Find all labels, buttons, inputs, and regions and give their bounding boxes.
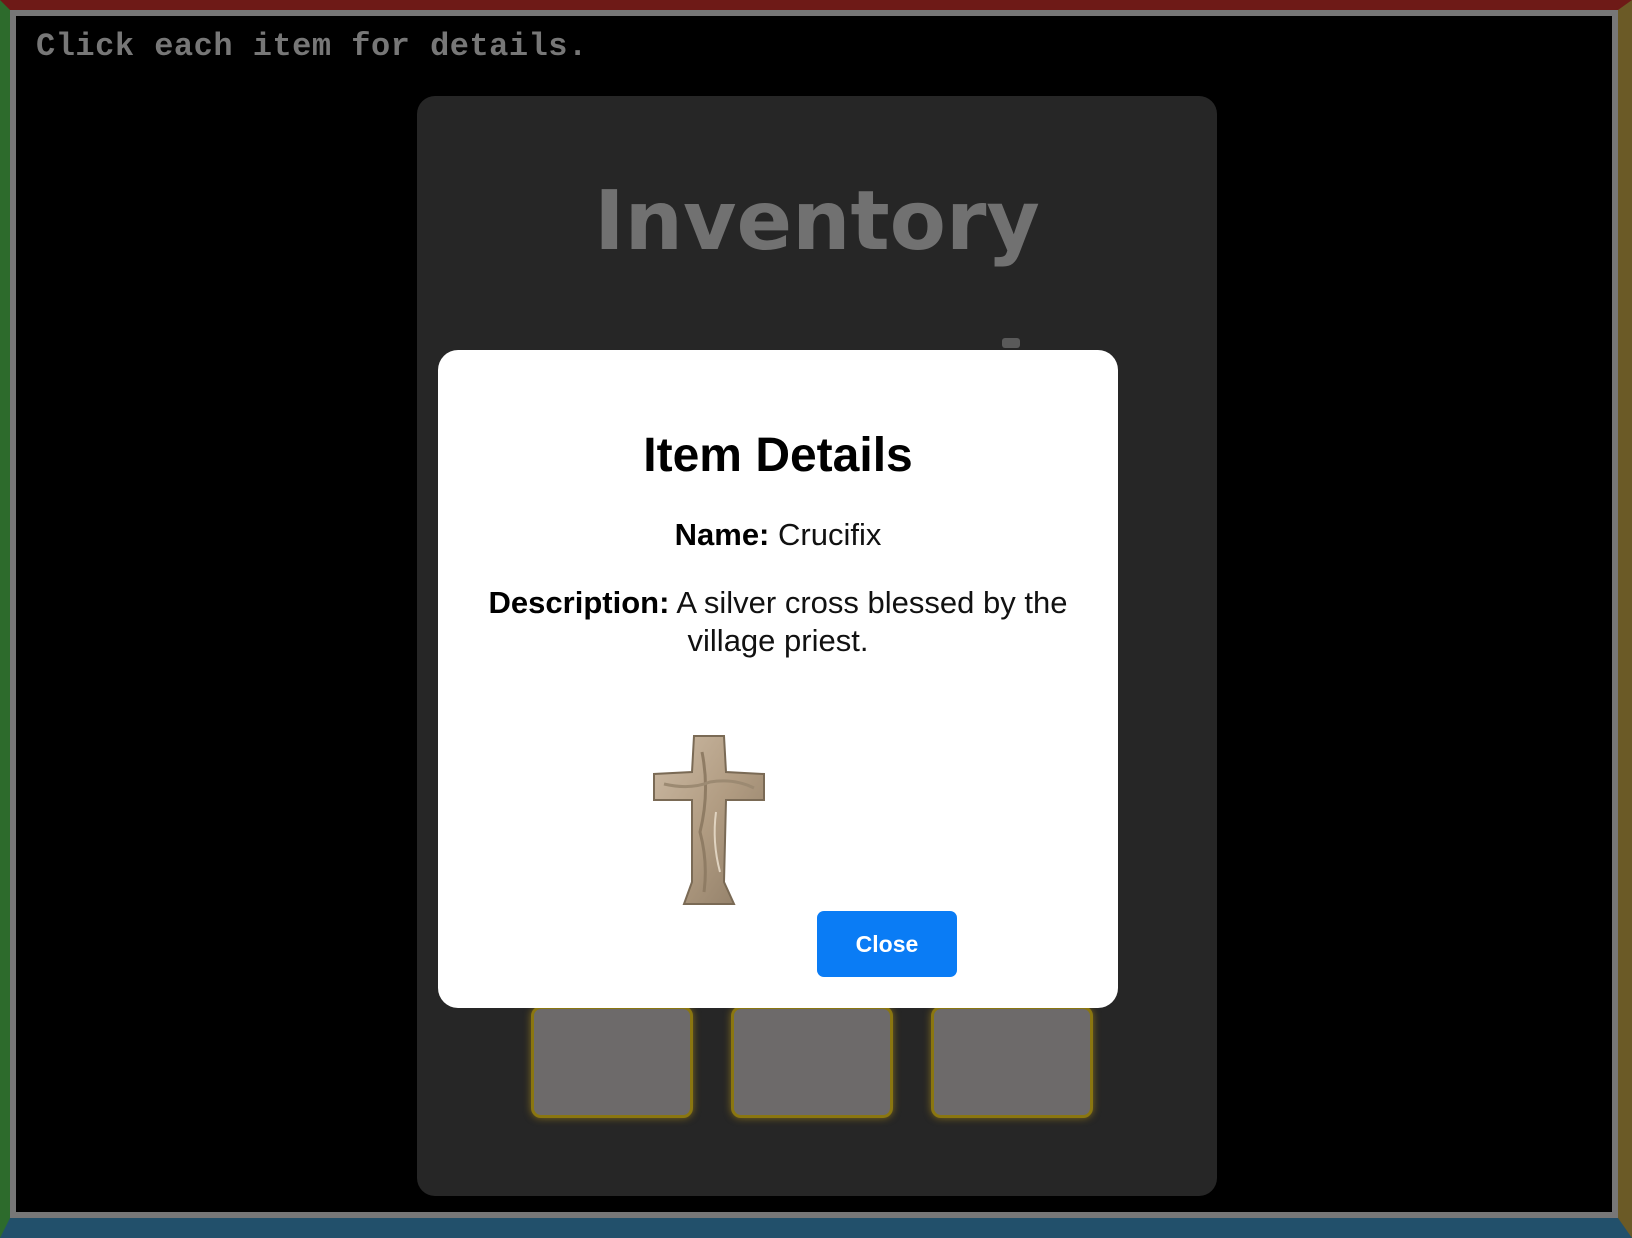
inventory-title: Inventory bbox=[594, 174, 1040, 269]
crucifix-icon bbox=[653, 735, 765, 905]
window-frame: Click each item for details. Inventory I… bbox=[0, 0, 1632, 1238]
close-button[interactable]: Close bbox=[817, 911, 957, 977]
item-description: A silver cross blessed by the village pr… bbox=[676, 585, 1068, 658]
modal-title: Item Details bbox=[643, 429, 913, 482]
item-name-line: Name: Crucifix bbox=[478, 516, 1078, 554]
item-icon-partial bbox=[1002, 338, 1020, 348]
inventory-slot[interactable] bbox=[531, 1006, 693, 1118]
item-name: Crucifix bbox=[778, 517, 882, 552]
item-details-modal: Item Details Name: Crucifix Description:… bbox=[438, 350, 1118, 1008]
item-description-line: Description: A silver cross blessed by t… bbox=[488, 584, 1068, 660]
description-label: Description: bbox=[488, 585, 670, 620]
instruction-text: Click each item for details. bbox=[36, 28, 588, 65]
inventory-slot[interactable] bbox=[931, 1006, 1093, 1118]
name-label: Name: bbox=[674, 517, 770, 552]
inventory-slot[interactable] bbox=[731, 1006, 893, 1118]
